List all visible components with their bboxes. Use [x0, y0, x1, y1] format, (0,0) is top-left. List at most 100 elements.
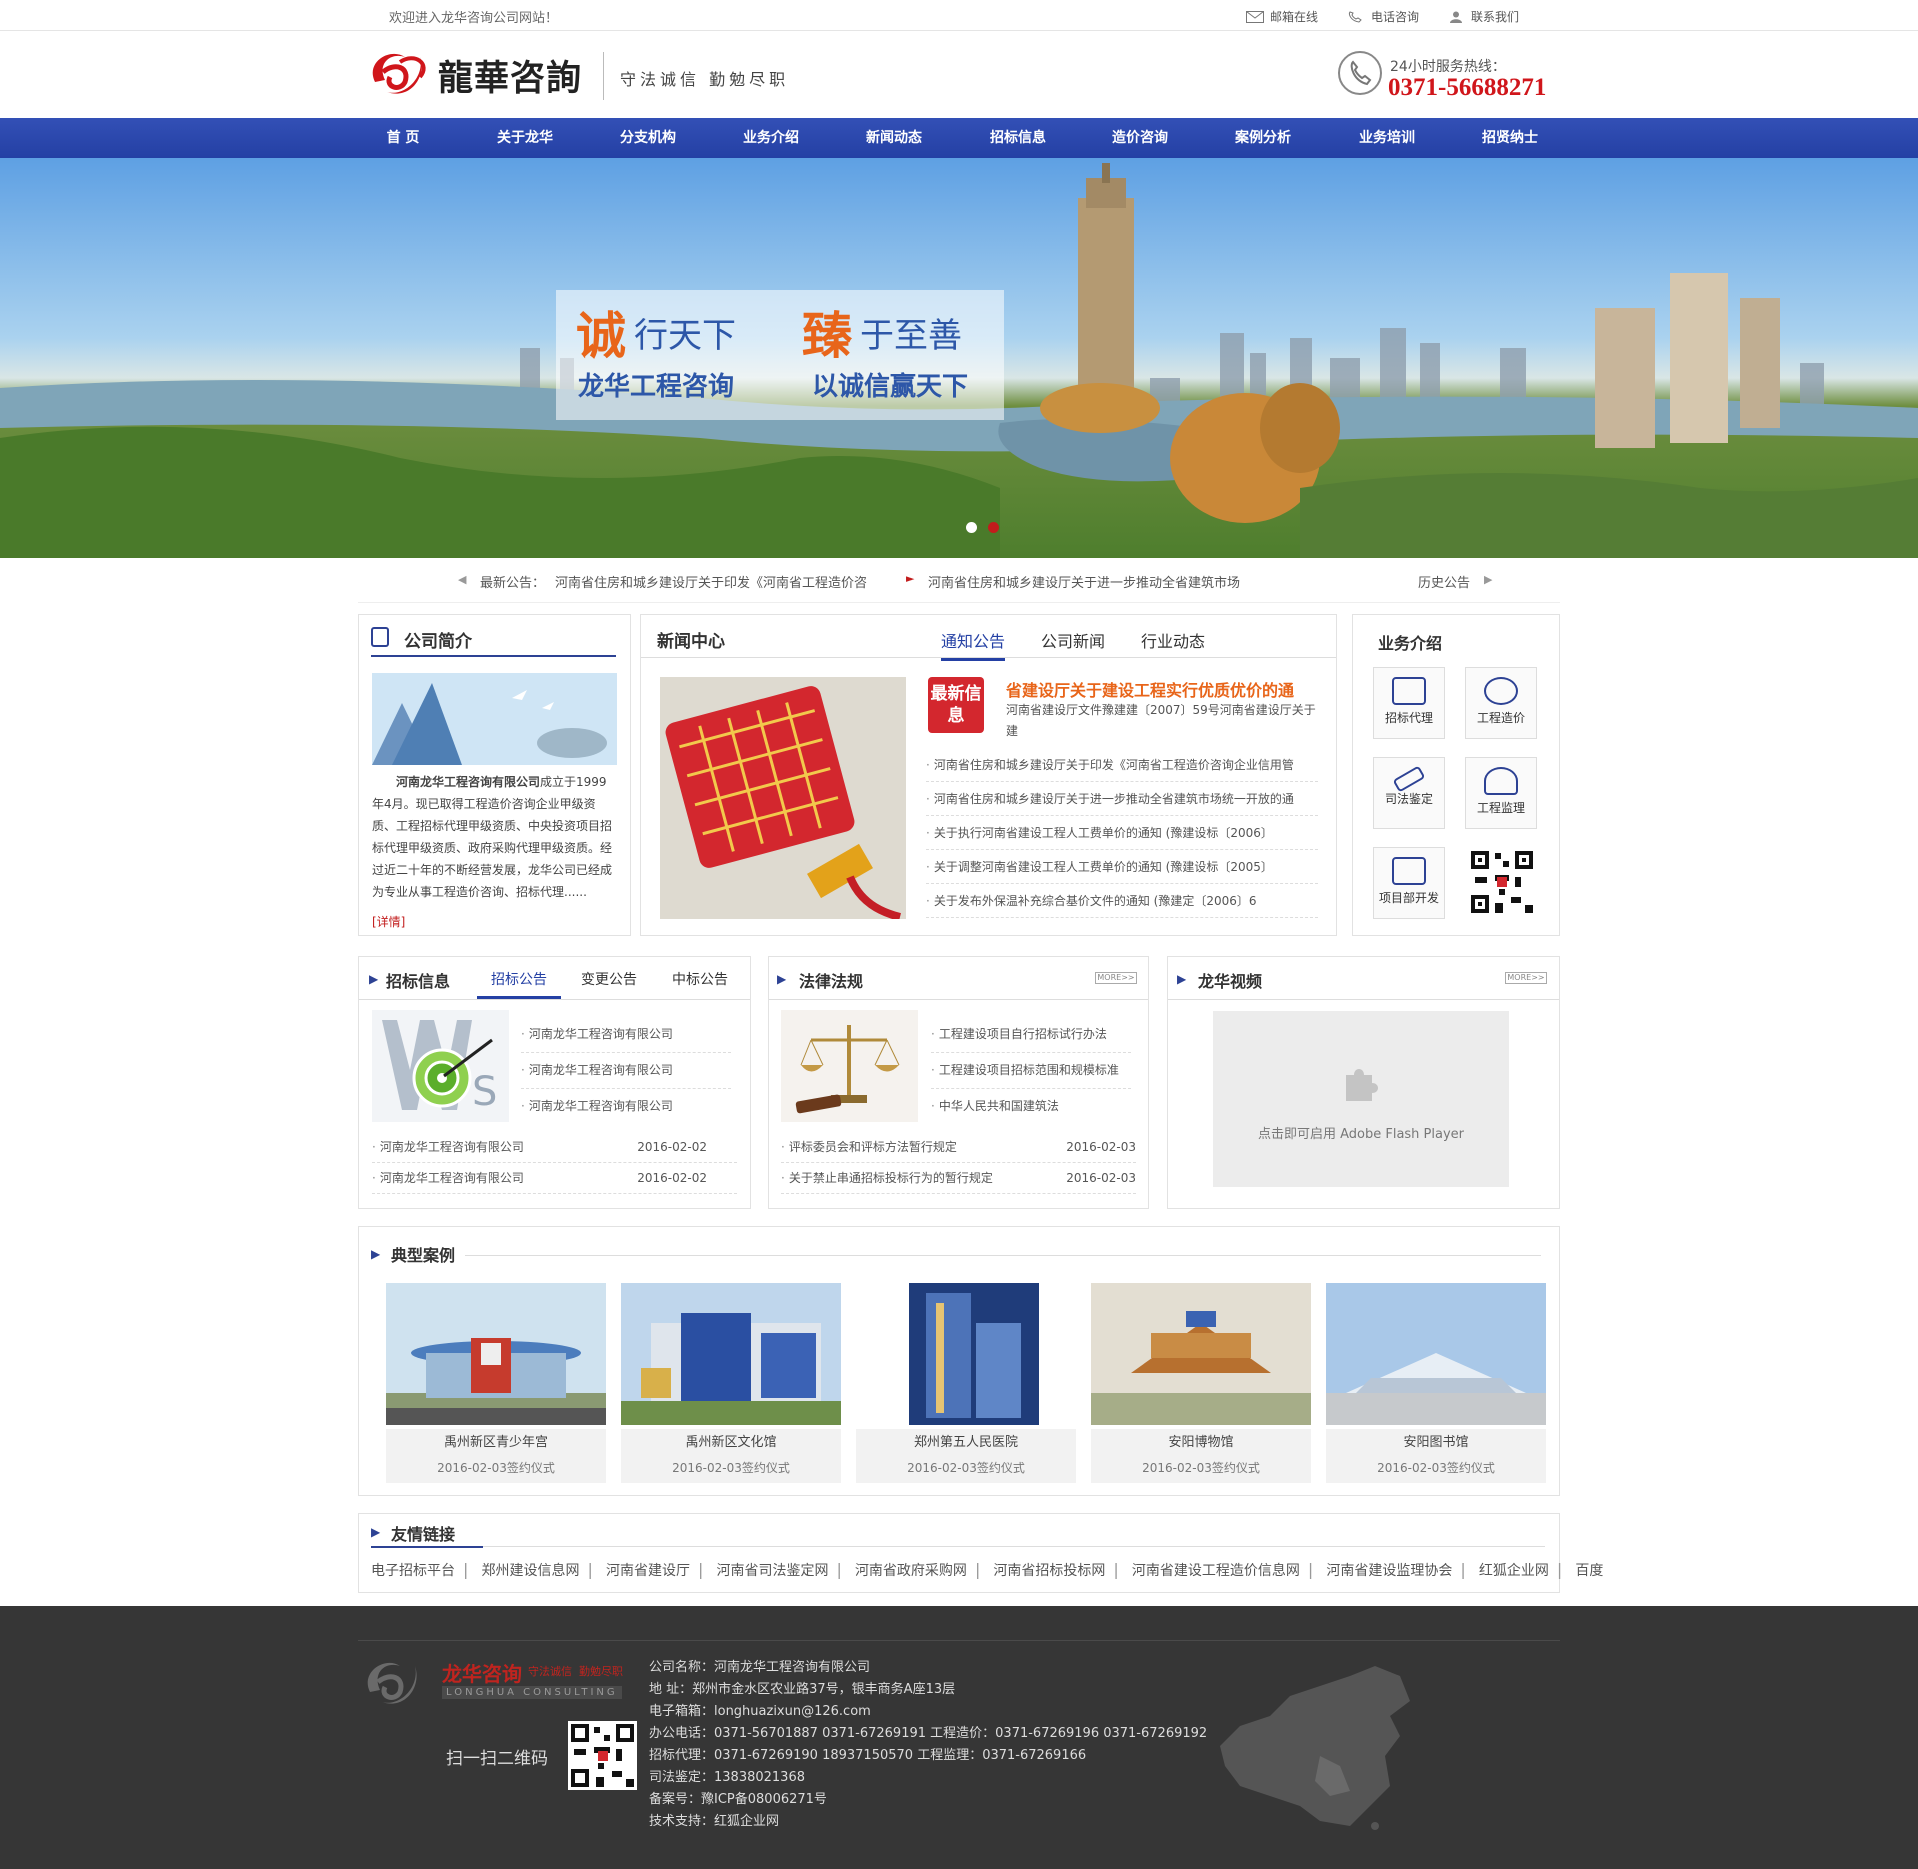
case-card[interactable]: 禹州新区青少年宫 2016-02-03签约仪式 [386, 1283, 606, 1483]
notice-item-2[interactable]: 河南省住房和城乡建设厅关于进一步推动全省建筑市场 [928, 572, 1240, 591]
nav-news[interactable]: 新闻动态 [854, 118, 934, 158]
friend-link[interactable]: 河南省政府采购网 [855, 1563, 967, 1579]
cases-title: 典型案例 [391, 1246, 456, 1265]
news-list-item[interactable]: · 关于发布外保温补充综合基价文件的通知 (豫建定〔2006〕6 [926, 884, 1318, 918]
notice-item-1[interactable]: 河南省住房和城乡建设厅关于印发《河南省工程造价咨 [555, 572, 867, 591]
hotline-phone-icon [1338, 51, 1382, 95]
history-notice-link[interactable]: 历史公告 [1418, 572, 1470, 591]
case-card[interactable]: 禹州新区文化馆 2016-02-03签约仪式 [621, 1283, 841, 1483]
banner-dot-2[interactable] [988, 522, 999, 533]
tab-industry-news[interactable]: 行业动态 [1141, 628, 1205, 652]
notice-bar: ◀ 最新公告： 河南省住房和城乡建设厅关于印发《河南省工程造价咨 ► 河南省住房… [358, 559, 1560, 603]
law-more-button[interactable]: MORE>> [1095, 972, 1137, 984]
contact-link[interactable]: 联系我们 [1447, 8, 1519, 25]
news-headline[interactable]: 省建设厅关于建设工程实行优质优价的通 [1006, 677, 1294, 701]
bid-row[interactable]: · 河南龙华工程咨询有限公司 2016-02-02 [372, 1163, 737, 1194]
law-arrow-icon: ▶ [777, 972, 787, 986]
law-row[interactable]: · 评标委员会和评标方法暂行规定 2016-02-03 [781, 1132, 1136, 1163]
law-row-date: 2016-02-03 [1066, 1171, 1136, 1185]
footer-top-line [358, 1640, 1560, 1641]
top-bar: 欢迎进入龙华咨询公司网站！ 邮箱在线 电话咨询 联系我们 [0, 0, 1918, 31]
friend-link[interactable]: 百度 [1575, 1563, 1603, 1579]
nav-training[interactable]: 业务培训 [1347, 118, 1427, 158]
footer-tech-support[interactable]: 技术支持：红狐企业网 [649, 1810, 1207, 1832]
case-card[interactable]: 安阳博物馆 2016-02-03签约仪式 [1091, 1283, 1311, 1483]
phone-consult-link[interactable]: 电话咨询 [1347, 8, 1419, 25]
notice-prev-icon[interactable]: ◀ [458, 573, 466, 586]
hero-banner[interactable]: 诚 行天下 臻 于至善 龙华工程咨询 以诚信赢天下 [0, 158, 1918, 558]
bid-top-item-text: 河南龙华工程咨询有限公司 [528, 1027, 673, 1041]
logo-icon[interactable] [365, 42, 435, 100]
nav-cost[interactable]: 造价咨询 [1100, 118, 1180, 158]
tab-bid-winner[interactable]: 中标公告 [672, 969, 728, 989]
company-intro-panel: 公司简介 河南龙华工程咨询有限公司成立于1999年4月。现已取得工程造价咨询企业… [358, 614, 631, 936]
nav-branches[interactable]: 分支机构 [608, 118, 688, 158]
service-supervision[interactable]: 工程监理 [1465, 757, 1537, 829]
bid-top-item[interactable]: · 河南龙华工程咨询有限公司 [521, 1017, 731, 1053]
service-project-dev[interactable]: 项目部开发 [1373, 847, 1445, 919]
friend-link[interactable]: 河南省司法鉴定网 [716, 1563, 828, 1579]
mail-link-label: 邮箱在线 [1270, 10, 1319, 24]
tab-bid-announce[interactable]: 招标公告 [477, 969, 561, 999]
news-list-item[interactable]: · 关于执行河南省建设工程人工费单价的通知 (豫建设标〔2006〕 [926, 816, 1318, 850]
qr-code-icon [1469, 849, 1535, 915]
friend-link[interactable]: 河南省招标投标网 [993, 1563, 1105, 1579]
certificate-icon [1392, 677, 1426, 705]
user-icon [1450, 11, 1462, 23]
supervision-icon [1484, 767, 1518, 795]
bid-row[interactable]: · 河南龙华工程咨询有限公司 2016-02-02 [372, 1132, 737, 1163]
case-image-youth-palace [386, 1283, 606, 1425]
service-cost[interactable]: 工程造价 [1465, 667, 1537, 739]
footer-email[interactable]: 电子箱箱：longhuazixun@126.com [649, 1700, 1207, 1722]
case-card[interactable]: 安阳图书馆 2016-02-03签约仪式 [1326, 1283, 1546, 1483]
bid-top-item[interactable]: · 河南龙华工程咨询有限公司 [521, 1089, 731, 1125]
news-list-item[interactable]: · 河南省住房和城乡建设厅关于印发《河南省工程造价咨询企业信用管 [926, 748, 1318, 782]
news-list-item[interactable]: · 关于调整河南省建设工程人工费单价的通知 (豫建设标〔2005〕 [926, 850, 1318, 884]
logo-text[interactable]: 龍華咨詢 [438, 50, 582, 101]
case-name: 禹州新区青少年宫 [386, 1429, 606, 1457]
video-more-button[interactable]: MORE>> [1505, 972, 1547, 984]
links-title: 友情链接 [391, 1525, 456, 1544]
law-title-line [769, 999, 1148, 1000]
friend-link[interactable]: 郑州建设信息网 [481, 1563, 579, 1579]
law-top-item[interactable]: · 中华人民共和国建筑法 [931, 1089, 1131, 1125]
nav-cases[interactable]: 案例分析 [1223, 118, 1303, 158]
case-date: 2016-02-03签约仪式 [1326, 1457, 1546, 1483]
service-label: 司法鉴定 [1384, 792, 1433, 806]
service-judicial[interactable]: 司法鉴定 [1373, 757, 1445, 829]
news-list-item[interactable]: · 河南省住房和城乡建设厅关于进一步推动全省建筑市场统一开放的通 [926, 782, 1318, 816]
video-title: 龙华视频 [1198, 972, 1263, 991]
banner-text-1: 行天下 [634, 316, 736, 356]
friend-link[interactable]: 河南省建设监理协会 [1326, 1563, 1452, 1579]
footer-icp[interactable]: 备案号：豫ICP备08006271号 [649, 1788, 1207, 1810]
tab-company-news[interactable]: 公司新闻 [1041, 628, 1105, 652]
banner-dot-1[interactable] [966, 522, 977, 533]
nav-home[interactable]: 首 页 [363, 118, 443, 158]
nav-bidding[interactable]: 招标信息 [978, 118, 1058, 158]
law-top-item[interactable]: · 工程建设项目招标范围和规模标准 [931, 1053, 1131, 1089]
footer-company: 公司名称：河南龙华工程咨询有限公司 [649, 1660, 871, 1675]
case-name: 安阳图书馆 [1326, 1429, 1546, 1457]
nav-services[interactable]: 业务介绍 [731, 118, 811, 158]
links-arrow-icon: ▶ [371, 1525, 381, 1539]
friend-link[interactable]: 河南省建设厅 [606, 1563, 690, 1579]
friend-link[interactable]: 红狐企业网 [1479, 1563, 1549, 1579]
friend-links-list: 电子招标平台 | 郑州建设信息网 | 河南省建设厅 | 河南省司法鉴定网 | 河南省政府… [371, 1560, 1604, 1579]
notice-next-icon[interactable]: ▶ [1484, 573, 1492, 586]
case-card[interactable]: 郑州第五人民医院 2016-02-03签约仪式 [856, 1283, 1076, 1483]
bid-row-name: 河南龙华工程咨询有限公司 [379, 1140, 524, 1154]
friend-link[interactable]: 电子招标平台 [371, 1563, 455, 1579]
footer-office-phone: 办公电话：0371-56701887 0371-67269191 工程造价：03… [649, 1726, 1208, 1741]
law-top-item[interactable]: · 工程建设项目自行招标试行办法 [931, 1017, 1131, 1053]
bid-image-target: S [372, 1010, 509, 1122]
flash-player-placeholder[interactable]: 点击即可启用 Adobe Flash Player [1213, 1011, 1509, 1187]
friend-link[interactable]: 河南省建设工程造价信息网 [1132, 1563, 1300, 1579]
nav-jobs[interactable]: 招贤纳士 [1470, 118, 1550, 158]
law-row[interactable]: · 关于禁止串通招标投标行为的暂行规定 2016-02-03 [781, 1163, 1136, 1194]
tab-bid-change[interactable]: 变更公告 [581, 969, 637, 989]
bid-top-item[interactable]: · 河南龙华工程咨询有限公司 [521, 1053, 731, 1089]
intro-more-link[interactable]: [详情] [372, 913, 405, 930]
mail-link[interactable]: 邮箱在线 [1246, 8, 1318, 25]
nav-about[interactable]: 关于龙华 [485, 118, 565, 158]
service-bid-agency[interactable]: 招标代理 [1373, 667, 1445, 739]
